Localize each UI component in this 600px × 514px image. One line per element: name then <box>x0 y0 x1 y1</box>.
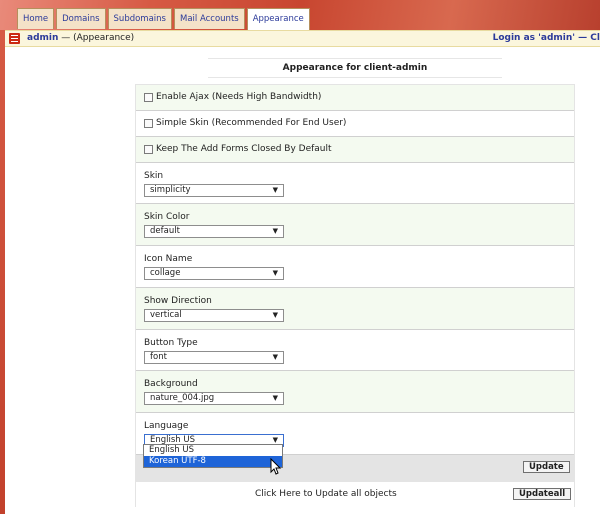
field-label: Icon Name <box>144 254 193 264</box>
select-value: nature_004.jpg <box>150 393 215 403</box>
server-icon <box>9 33 20 44</box>
select-value: vertical <box>150 310 182 320</box>
checkbox-label: Simple Skin (Recommended For End User) <box>156 118 347 128</box>
select-value: font <box>150 352 167 362</box>
field-icon-name: Icon Name collage ▼ <box>136 246 574 288</box>
tab-home[interactable]: Home <box>17 8 55 29</box>
option-enable-ajax: Enable Ajax (Needs High Bandwidth) <box>136 85 574 111</box>
update-all-text: Click Here to Update all objects <box>255 489 397 499</box>
language-dropdown-list: English US Korean UTF-8 <box>143 444 283 468</box>
button-type-select[interactable]: font ▼ <box>144 351 284 364</box>
update-all-button[interactable]: Updateall <box>513 488 572 500</box>
chevron-down-icon: ▼ <box>272 227 278 235</box>
icon-name-select[interactable]: collage ▼ <box>144 267 284 280</box>
chevron-down-icon: ▼ <box>272 269 278 277</box>
field-skin-color: Skin Color default ▼ <box>136 204 574 246</box>
tab-bar: Home Domains Subdomains Mail Accounts Ap… <box>17 8 312 30</box>
show-direction-select[interactable]: vertical ▼ <box>144 309 284 322</box>
option-keep-forms-closed: Keep The Add Forms Closed By Default <box>136 137 574 163</box>
chevron-down-icon: ▼ <box>272 394 278 402</box>
background-select[interactable]: nature_004.jpg ▼ <box>144 392 284 405</box>
field-show-direction: Show Direction vertical ▼ <box>136 288 574 330</box>
breadcrumb-user-link[interactable]: admin <box>27 33 58 43</box>
field-button-type: Button Type font ▼ <box>136 330 574 371</box>
option-simple-skin: Simple Skin (Recommended For End User) <box>136 111 574 137</box>
field-label: Skin Color <box>144 212 190 222</box>
dropdown-option-english-us[interactable]: English US <box>144 445 282 456</box>
tab-domains[interactable]: Domains <box>56 8 106 29</box>
select-value: simplicity <box>150 185 191 195</box>
select-value: collage <box>150 268 181 278</box>
breadcrumb-page: — (Appearance) <box>58 33 135 43</box>
field-label: Language <box>144 421 189 431</box>
login-info[interactable]: Login as 'admin' — Cl <box>493 31 600 46</box>
field-label: Show Direction <box>144 296 212 306</box>
field-label: Skin <box>144 171 164 181</box>
checkbox-label: Enable Ajax (Needs High Bandwidth) <box>156 92 322 102</box>
chevron-down-icon: ▼ <box>272 311 278 319</box>
update-button[interactable]: Update <box>523 461 570 473</box>
checkbox-label: Keep The Add Forms Closed By Default <box>156 144 332 154</box>
skin-color-select[interactable]: default ▼ <box>144 225 284 238</box>
skin-select[interactable]: simplicity ▼ <box>144 184 284 197</box>
form-title: Appearance for client-admin <box>208 58 502 78</box>
mouse-cursor-icon <box>270 458 282 475</box>
simple-skin-checkbox[interactable] <box>144 119 153 128</box>
header-bar: admin — (Appearance) Login as 'admin' — … <box>5 30 600 47</box>
field-label: Button Type <box>144 338 198 348</box>
field-background: Background nature_004.jpg ▼ <box>136 371 574 413</box>
tab-appearance[interactable]: Appearance <box>246 8 310 30</box>
keep-forms-closed-checkbox[interactable] <box>144 145 153 154</box>
chevron-down-icon: ▼ <box>272 353 278 361</box>
chevron-down-icon: ▼ <box>272 186 278 194</box>
left-edge-decoration <box>0 30 5 514</box>
tab-mail-accounts[interactable]: Mail Accounts <box>173 8 245 29</box>
breadcrumb: admin — (Appearance) <box>27 31 134 46</box>
tab-subdomains[interactable]: Subdomains <box>107 8 172 29</box>
dropdown-option-korean-utf8[interactable]: Korean UTF-8 <box>144 456 282 467</box>
select-value: default <box>150 226 180 236</box>
field-skin: Skin simplicity ▼ <box>136 163 574 204</box>
enable-ajax-checkbox[interactable] <box>144 93 153 102</box>
field-label: Background <box>144 379 198 389</box>
